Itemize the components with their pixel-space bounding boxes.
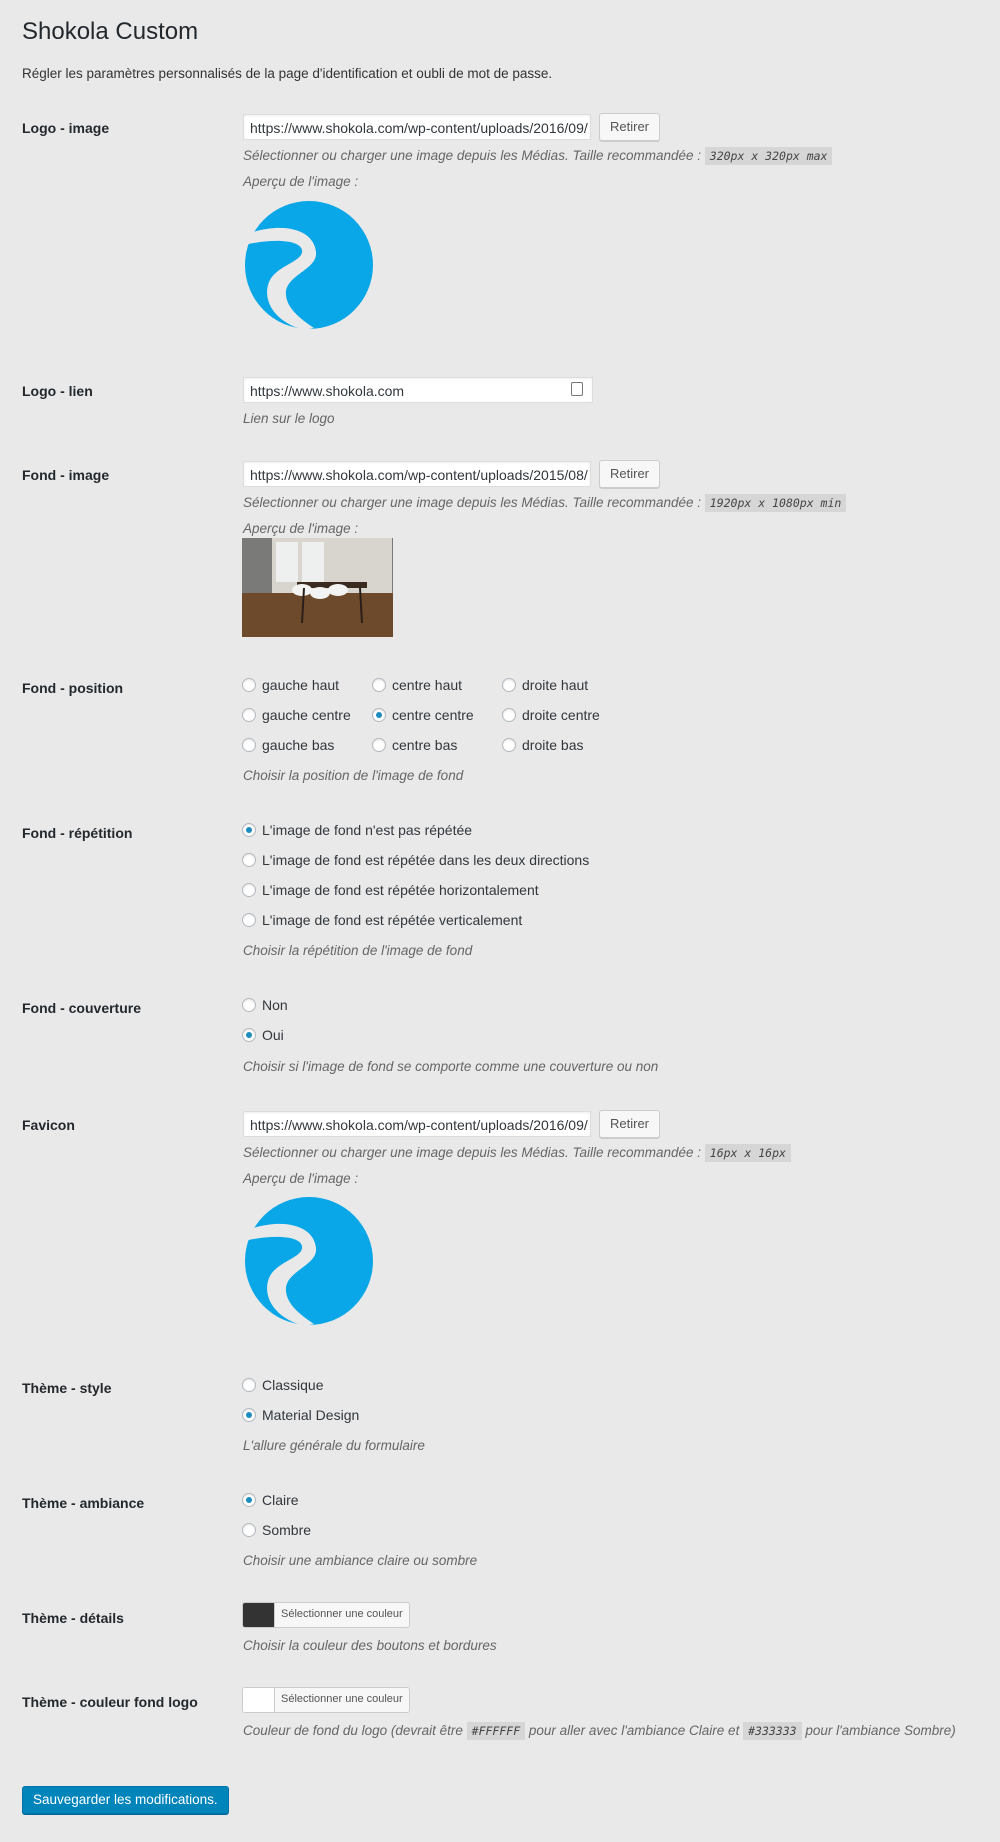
size-code: 320px x 320px max [704, 147, 833, 165]
radio-centre-bas[interactable]: centre bas [372, 737, 457, 753]
theme-logo-bg-label: Thème - couleur fond logo [22, 1694, 198, 1710]
bg-repeat-label: Fond - répétition [22, 825, 133, 841]
logo-link-input[interactable]: https://www.shokola.com [243, 377, 593, 403]
radio-dot[interactable] [242, 853, 256, 867]
password-manager-icon[interactable] [571, 382, 583, 396]
radio-gauche-haut[interactable]: gauche haut [242, 677, 339, 693]
save-button[interactable]: Sauvegarder les modifications. [22, 1786, 229, 1814]
logo-image-desc: Sélectionner ou charger une image depuis… [243, 147, 833, 165]
radio-centre-haut[interactable]: centre haut [372, 677, 462, 693]
theme-style-label: Thème - style [22, 1380, 112, 1396]
bg-cover-label: Fond - couverture [22, 1000, 142, 1016]
radio-style-material[interactable]: Material Design [242, 1407, 359, 1423]
radio-dot[interactable] [242, 883, 256, 897]
media-desc-text: Sélectionner ou charger une image depuis… [243, 1145, 702, 1160]
favicon-label: Favicon [22, 1117, 75, 1133]
radio-mood-claire[interactable]: Claire [242, 1492, 299, 1508]
logo-image-remove-button[interactable]: Retirer [599, 113, 661, 141]
logo-image-label: Logo - image [22, 120, 110, 136]
color-swatch[interactable] [243, 1603, 275, 1627]
color-picker-button[interactable]: Sélectionner une couleur [275, 1688, 409, 1712]
radio-style-classique[interactable]: Classique [242, 1377, 323, 1393]
radio-mood-sombre[interactable]: Sombre [242, 1522, 311, 1538]
theme-mood-label: Thème - ambiance [22, 1495, 145, 1511]
page-intro: Régler les paramètres personnalisés de l… [22, 66, 553, 81]
favicon-remove-button[interactable]: Retirer [599, 1110, 661, 1138]
favicon-preview-image [244, 1197, 373, 1326]
logo-link-desc: Lien sur le logo [243, 411, 335, 426]
bg-image-url-input[interactable]: https://www.shokola.com/wp-content/uploa… [243, 461, 591, 487]
bg-image-preview-label: Aperçu de l'image : [243, 521, 359, 536]
radio-dot[interactable] [242, 998, 256, 1012]
radio-repeat-x[interactable]: L'image de fond est répétée horizontalem… [242, 882, 539, 898]
theme-style-desc: L'allure générale du formulaire [243, 1438, 425, 1453]
theme-logo-bg-desc: Couleur de fond du logo (devrait être #F… [243, 1722, 956, 1740]
radio-dot[interactable] [242, 738, 256, 752]
bg-image-label: Fond - image [22, 467, 110, 483]
bg-image-remove-button[interactable]: Retirer [599, 460, 661, 488]
theme-details-label: Thème - détails [22, 1610, 124, 1626]
radio-dot[interactable] [502, 738, 516, 752]
radio-droite-bas[interactable]: droite bas [502, 737, 583, 753]
color-picker-button[interactable]: Sélectionner une couleur [275, 1603, 409, 1627]
radio-dot[interactable] [242, 913, 256, 927]
page-title: Shokola Custom [22, 18, 199, 45]
theme-details-color-picker[interactable]: Sélectionner une couleur [242, 1602, 410, 1628]
radio-dot[interactable] [372, 738, 386, 752]
theme-mood-desc: Choisir une ambiance claire ou sombre [243, 1553, 478, 1568]
radio-dot-selected[interactable] [372, 708, 386, 722]
radio-dot[interactable] [502, 708, 516, 722]
radio-repeat-none[interactable]: L'image de fond n'est pas répétée [242, 822, 472, 838]
radio-dot-selected[interactable] [242, 1493, 256, 1507]
radio-gauche-bas[interactable]: gauche bas [242, 737, 334, 753]
radio-cover-non[interactable]: Non [242, 997, 288, 1013]
media-desc-text: Sélectionner ou charger une image depuis… [243, 495, 702, 510]
radio-dot-selected[interactable] [242, 823, 256, 837]
radio-dot[interactable] [242, 1523, 256, 1537]
bg-repeat-desc: Choisir la répétition de l'image de fond [243, 943, 473, 958]
radio-droite-centre[interactable]: droite centre [502, 707, 600, 723]
bg-position-label: Fond - position [22, 680, 124, 696]
theme-details-desc: Choisir la couleur des boutons et bordur… [243, 1638, 497, 1653]
radio-gauche-centre[interactable]: gauche centre [242, 707, 351, 723]
bg-image-desc: Sélectionner ou charger une image depuis… [243, 494, 847, 512]
radio-dot-selected[interactable] [242, 1408, 256, 1422]
color-code: #333333 [743, 1722, 802, 1740]
favicon-preview-label: Aperçu de l'image : [243, 1171, 359, 1186]
radio-dot[interactable] [242, 708, 256, 722]
logo-preview-image [244, 201, 373, 330]
size-code: 1920px x 1080px min [704, 494, 847, 512]
radio-repeat-y[interactable]: L'image de fond est répétée verticalemen… [242, 912, 522, 928]
favicon-desc: Sélectionner ou charger une image depuis… [243, 1144, 791, 1162]
size-code: 16px x 16px [704, 1144, 791, 1162]
radio-dot-selected[interactable] [242, 1028, 256, 1042]
radio-repeat-both[interactable]: L'image de fond est répétée dans les deu… [242, 852, 589, 868]
bg-position-desc: Choisir la position de l'image de fond [243, 768, 464, 783]
radio-dot[interactable] [242, 1378, 256, 1392]
logo-image-preview-label: Aperçu de l'image : [243, 174, 359, 189]
bg-cover-desc: Choisir si l'image de fond se comporte c… [243, 1059, 659, 1074]
bg-preview-image [242, 538, 393, 637]
radio-cover-oui[interactable]: Oui [242, 1027, 284, 1043]
logo-link-label: Logo - lien [22, 383, 93, 399]
radio-droite-haut[interactable]: droite haut [502, 677, 588, 693]
logo-image-url-input[interactable]: https://www.shokola.com/wp-content/uploa… [243, 114, 591, 140]
radio-dot[interactable] [502, 678, 516, 692]
color-code: #FFFFFF [466, 1722, 526, 1740]
favicon-url-input[interactable]: https://www.shokola.com/wp-content/uploa… [243, 1111, 591, 1137]
radio-centre-centre[interactable]: centre centre [372, 707, 474, 723]
media-desc-text: Sélectionner ou charger une image depuis… [243, 148, 702, 163]
color-swatch[interactable] [243, 1688, 275, 1712]
radio-dot[interactable] [372, 678, 386, 692]
theme-logo-bg-color-picker[interactable]: Sélectionner une couleur [242, 1687, 410, 1713]
radio-dot[interactable] [242, 678, 256, 692]
